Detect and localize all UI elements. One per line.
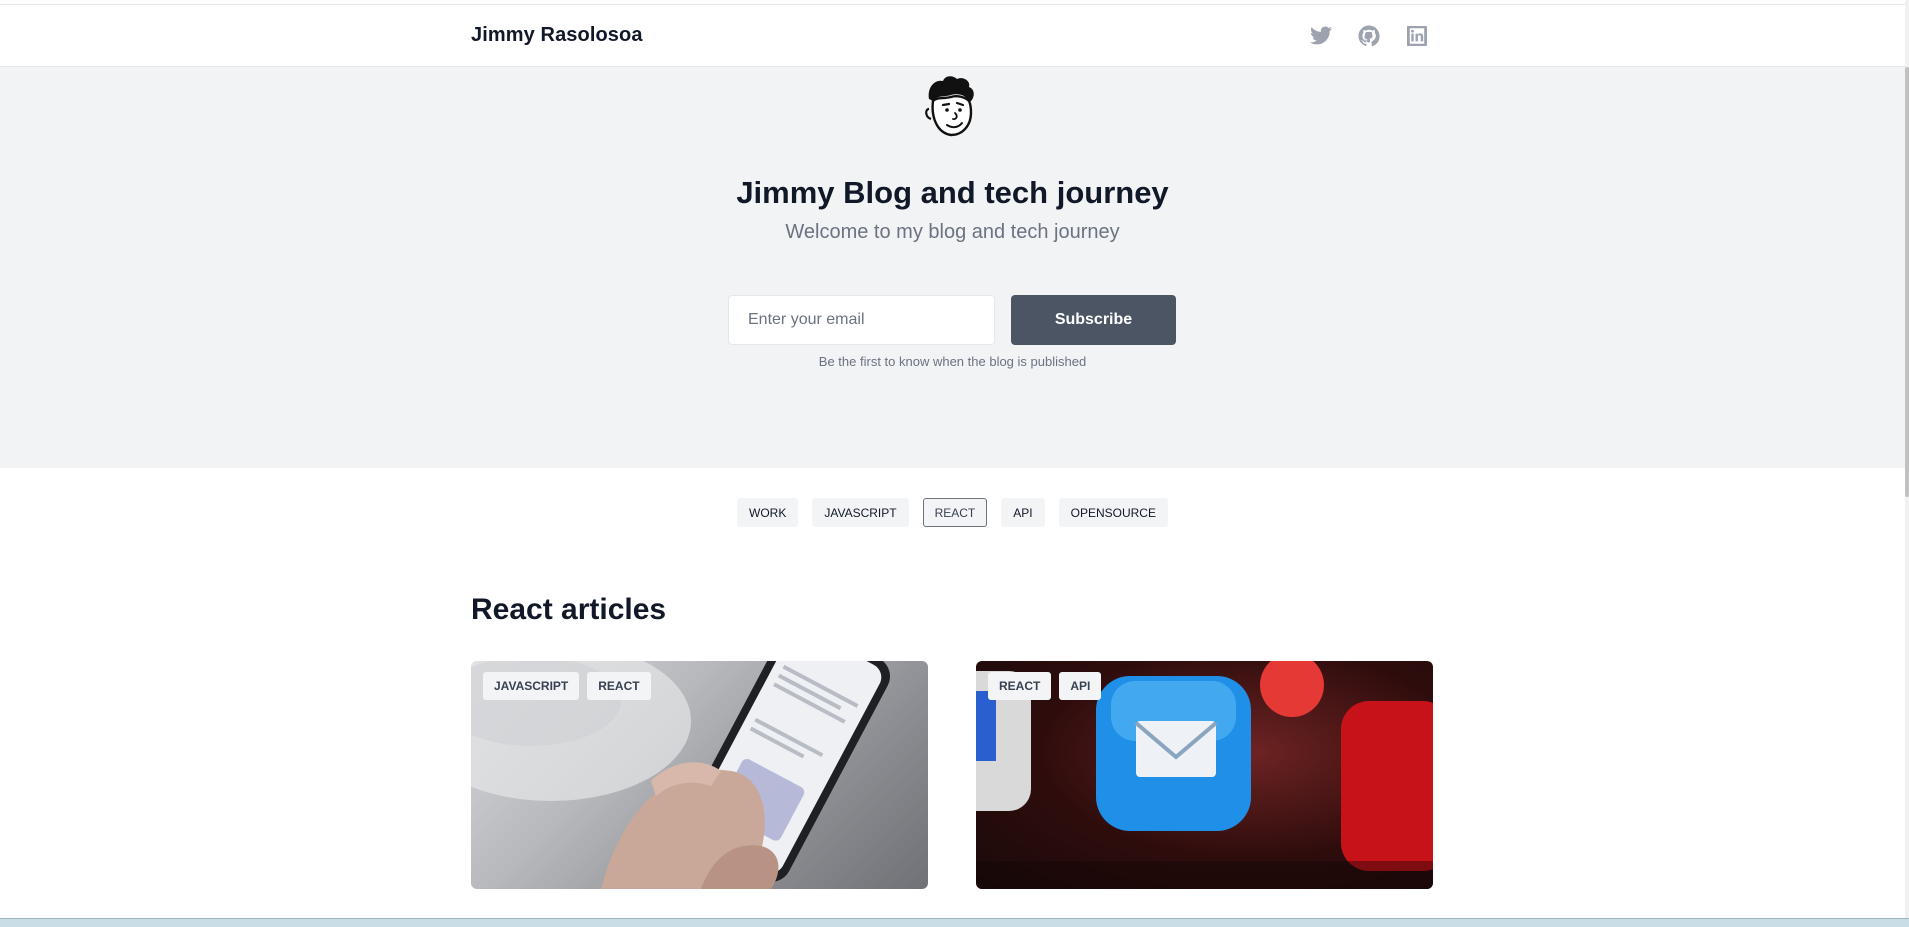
brand-name[interactable]: Jimmy Rasolosoa <box>471 24 643 47</box>
tag-filter-work[interactable]: WORK <box>737 498 799 527</box>
section-title: React articles <box>471 593 667 626</box>
article-card[interactable]: REACT API <box>976 661 1433 889</box>
page: Jimmy Rasolosoa Jimmy Blog and tech jour… <box>0 0 1909 927</box>
hero-title: Jimmy Blog and tech journey <box>736 175 1169 210</box>
article-tags: JAVASCRIPT REACT <box>483 672 651 700</box>
scrollbar-thumb[interactable] <box>1905 67 1909 497</box>
article-tag[interactable]: REACT <box>587 672 651 700</box>
tag-filter-api[interactable]: API <box>1001 498 1045 527</box>
hero-subtitle: Welcome to my blog and tech journey <box>785 221 1120 243</box>
subscribe-button[interactable]: Subscribe <box>1011 295 1176 345</box>
navbar: Jimmy Rasolosoa <box>0 5 1905 67</box>
article-card[interactable]: JAVASCRIPT REACT <box>471 661 928 889</box>
github-icon[interactable] <box>1357 24 1381 48</box>
hero-section: Jimmy Blog and tech journey Welcome to m… <box>0 67 1905 468</box>
article-tag[interactable]: JAVASCRIPT <box>483 672 580 700</box>
article-tag[interactable]: API <box>1059 672 1102 700</box>
article-tag[interactable]: REACT <box>988 672 1052 700</box>
twitter-icon[interactable] <box>1309 24 1333 48</box>
tag-filter-opensource[interactable]: OPENSOURCE <box>1058 498 1168 527</box>
tag-filter-bar: WORK JAVASCRIPT REACT API OPENSOURCE <box>0 498 1905 527</box>
avatar <box>925 76 974 137</box>
tag-filter-react[interactable]: REACT <box>922 498 988 527</box>
tag-filter-javascript[interactable]: JAVASCRIPT <box>812 498 909 527</box>
subscribe-hint: Be the first to know when the blog is pu… <box>818 354 1087 369</box>
article-tags: REACT API <box>988 672 1102 700</box>
social-links <box>1309 24 1429 48</box>
os-taskbar <box>0 918 1909 927</box>
linkedin-icon[interactable] <box>1405 24 1429 48</box>
email-input[interactable] <box>728 295 995 345</box>
